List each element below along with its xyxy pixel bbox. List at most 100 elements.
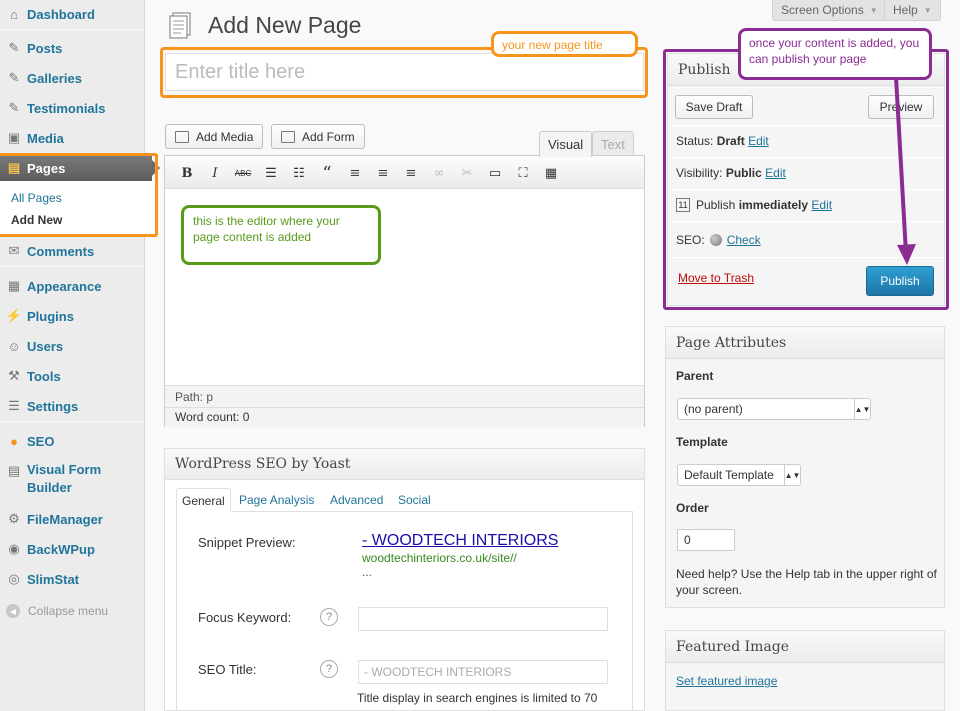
submenu-add-new[interactable]: Add New [11, 213, 62, 227]
blockquote-button[interactable]: “ [318, 163, 336, 184]
tab-text[interactable]: Text [592, 131, 634, 156]
pages-submenu: All Pages Add New [0, 181, 157, 236]
pin-icon: ✎ [8, 70, 20, 85]
sidebar-item-posts[interactable]: ✎ Posts [0, 34, 145, 62]
bullet-list-icon[interactable]: ☰ [262, 164, 280, 182]
seo-title-input[interactable]: - WOODTECH INTERIORS [358, 660, 608, 684]
chevron-updown-icon: ▲▼ [854, 399, 870, 419]
editor-path: Path: p [165, 385, 644, 407]
sidebar-item-seo[interactable]: ● SEO [0, 427, 145, 455]
title-input[interactable]: Enter title here [165, 53, 644, 91]
seo-title-label: SEO Title: [198, 662, 257, 677]
italic-button[interactable]: I [206, 164, 224, 182]
sidebar-item-testimonials[interactable]: ✎ Testimonials [0, 94, 145, 122]
add-form-button[interactable]: Add Form [271, 124, 365, 149]
parent-label: Parent [676, 369, 714, 383]
help-icon[interactable]: ? [320, 608, 338, 626]
template-select[interactable]: Default Template ▲▼ [677, 464, 801, 486]
pages-icon [169, 12, 191, 39]
menu-separator [0, 29, 145, 30]
sidebar-item-pages[interactable]: ▤ Pages [0, 155, 160, 181]
parent-select[interactable]: (no parent) ▲▼ [677, 398, 871, 420]
sidebar-item-users[interactable]: ☺ Users [0, 332, 145, 360]
admin-sidebar: ⌂ Dashboard ✎ Posts ✎ Galleries ✎ Testimonia… [0, 0, 160, 711]
tab-visual[interactable]: Visual [539, 131, 593, 157]
plugin-icon: ⚡ [5, 308, 23, 323]
callout-arrow [894, 76, 916, 265]
sidebar-item-galleries[interactable]: ✎ Galleries [0, 64, 145, 92]
submenu-all-pages[interactable]: All Pages [11, 191, 62, 205]
comment-icon: ✉ [8, 243, 20, 258]
yoast-seo-box: WordPress SEO by Yoast General Page Anal… [164, 448, 645, 711]
gear-icon: ⚙ [8, 511, 20, 526]
focus-keyword-label: Focus Keyword: [198, 610, 292, 625]
pin-icon: ✎ [8, 100, 20, 115]
numbered-list-icon[interactable]: ☷ [290, 164, 308, 182]
editor-toolbar: B I ABC ☰ ☷ “ ≡ ≡ ≡ ∞ ✂ ▭ ⛶ ▦ [165, 156, 644, 189]
align-left-icon[interactable]: ≡ [346, 164, 364, 182]
media-icon: ▣ [7, 130, 21, 145]
help-button[interactable]: Help ▼ [884, 0, 941, 21]
settings-icon: ☰ [8, 398, 20, 413]
menu-separator [0, 266, 145, 267]
bold-button[interactable]: B [178, 164, 196, 182]
kitchen-sink-icon[interactable]: ▦ [542, 164, 560, 182]
align-right-icon[interactable]: ≡ [402, 164, 420, 182]
screen-options-button[interactable]: Screen Options ▼ [772, 0, 887, 21]
read-more-icon[interactable]: ▭ [486, 164, 504, 182]
help-icon[interactable]: ? [320, 660, 338, 678]
form-icon [281, 130, 295, 143]
sidebar-item-appearance[interactable]: ▦ Appearance [0, 272, 145, 300]
collapse-icon: ◀ [6, 604, 20, 618]
sidebar-item-visual-form-builder[interactable]: ▤ Visual Form Builder [0, 461, 145, 497]
dashboard-icon: ⌂ [10, 6, 18, 22]
yoast-title: WordPress SEO by Yoast [165, 449, 644, 480]
sidebar-item-filemanager[interactable]: ⚙ FileManager [0, 505, 145, 533]
sidebar-item-slimstat[interactable]: ◎ SlimStat [0, 565, 145, 593]
content-editor[interactable]: B I ABC ☰ ☷ “ ≡ ≡ ≡ ∞ ✂ ▭ ⛶ ▦ Path: p Wo… [164, 155, 645, 427]
publish-callout: once your content is added, you can publ… [738, 28, 932, 80]
chevron-updown-icon: ▲▼ [784, 465, 800, 485]
media-icon [175, 130, 189, 143]
align-center-icon[interactable]: ≡ [374, 164, 392, 182]
stats-icon: ◎ [8, 571, 20, 586]
menu-separator [0, 421, 145, 422]
snippet-description: ... [362, 565, 373, 579]
order-label: Order [676, 501, 709, 515]
add-media-button[interactable]: Add Media [165, 124, 264, 149]
order-input[interactable]: 0 [677, 529, 735, 551]
appearance-icon: ▦ [7, 278, 21, 293]
link-icon[interactable]: ∞ [430, 164, 448, 182]
tab-page-analysis[interactable]: Page Analysis [234, 488, 319, 512]
seo-icon: ● [10, 433, 18, 449]
strikethrough-button[interactable]: ABC [234, 164, 252, 182]
featured-image-box: Featured Image [665, 630, 945, 711]
users-icon: ☺ [7, 338, 21, 354]
template-label: Template [676, 435, 728, 449]
editor-callout: this is the editor where your page conte… [181, 205, 381, 265]
focus-keyword-input[interactable] [358, 607, 608, 631]
collapse-menu-button[interactable]: ◀ Collapse menu [6, 604, 108, 618]
sidebar-item-comments[interactable]: ✉ Comments [0, 237, 145, 265]
set-featured-image-link[interactable]: Set featured image [676, 674, 777, 688]
pages-icon: ▤ [7, 160, 21, 175]
page-title: Add New Page [208, 12, 362, 38]
title-callout: your new page title [491, 31, 638, 57]
attributes-help-text: Need help? Use the Help tab in the upper… [676, 567, 937, 597]
tab-general[interactable]: General [176, 488, 231, 512]
sidebar-item-tools[interactable]: ⚒ Tools [0, 362, 145, 390]
sidebar-item-backwpup[interactable]: ◉ BackWPup [0, 535, 145, 563]
form-icon: ▤ [7, 463, 21, 478]
sidebar-item-media[interactable]: ▣ Media [0, 124, 145, 152]
unlink-icon[interactable]: ✂ [458, 164, 476, 182]
sidebar-item-settings[interactable]: ☰ Settings [0, 392, 145, 420]
fullscreen-icon[interactable]: ⛶ [514, 164, 532, 182]
sidebar-item-plugins[interactable]: ⚡ Plugins [0, 302, 145, 330]
tab-social[interactable]: Social [393, 488, 436, 512]
chevron-down-icon: ▼ [923, 5, 932, 15]
pin-icon: ✎ [8, 40, 20, 55]
page-attributes-title: Page Attributes [666, 327, 944, 359]
tab-advanced[interactable]: Advanced [325, 488, 388, 512]
sidebar-item-dashboard[interactable]: ⌂ Dashboard [0, 0, 145, 28]
snippet-title[interactable]: - WOODTECH INTERIORS [362, 532, 558, 550]
